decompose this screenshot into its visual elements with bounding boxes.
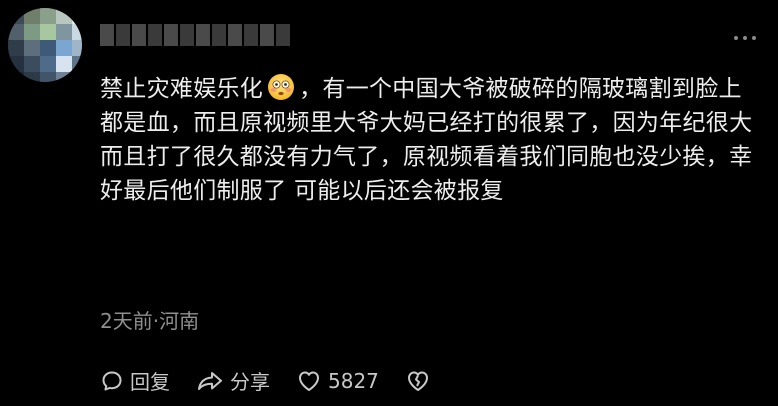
broken-heart-icon [405, 369, 431, 393]
reply-label: 回复 [130, 370, 170, 394]
reply-bubble-icon [100, 369, 124, 393]
share-label: 分享 [230, 370, 270, 394]
avatar[interactable] [8, 8, 82, 82]
username-redacted[interactable] [100, 22, 290, 48]
reply-button[interactable]: 回复 [100, 366, 170, 395]
share-button[interactable]: 分享 [196, 366, 270, 395]
flushed-face-emoji [267, 73, 295, 101]
like-button[interactable]: 5827 [296, 369, 379, 393]
like-count: 5827 [328, 368, 379, 393]
comment-text-part-1: 禁止灾难娱乐化 [100, 76, 264, 102]
more-dots-icon[interactable] [734, 36, 756, 40]
heart-icon [296, 369, 322, 393]
dislike-button[interactable] [405, 369, 431, 393]
comment-meta: 2天前·河南 [100, 309, 200, 333]
share-arrow-icon [196, 369, 224, 393]
comment-actions: 回复 分享 5827 [100, 366, 457, 395]
comment-text: 禁止灾难娱乐化 ，有一个中国大爷被破碎的隔玻璃割到脸上都是血，而且原视频里大爷大… [100, 72, 760, 208]
